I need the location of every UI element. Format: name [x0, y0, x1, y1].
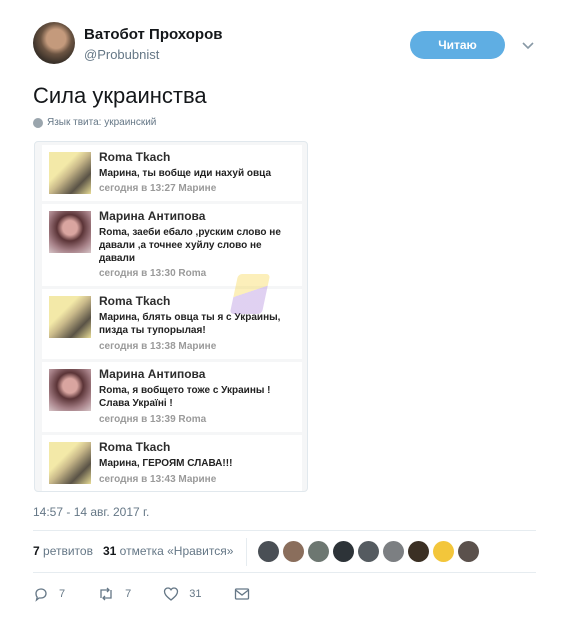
chevron-down-icon[interactable]: [521, 38, 535, 52]
chat-text: Марина, блять овца ты я с Украины, пизда…: [99, 312, 281, 336]
chat-text: Roma, я вобщето тоже с Украины !Слава Ук…: [99, 385, 271, 409]
chat-time: сегодня в 13:30 Roma: [99, 268, 207, 279]
chat-message: Roma Tkach Марина, ты вобще иди нахуй ов…: [42, 145, 302, 201]
direct-message-icon[interactable]: [234, 587, 250, 601]
chat-text: Roma, заеби ебало ,руским слово не давал…: [99, 227, 281, 264]
liker-avatar[interactable]: [283, 541, 304, 562]
globe-icon: [33, 117, 43, 128]
divider: [33, 530, 536, 531]
like-action[interactable]: 31: [163, 586, 202, 602]
avatar[interactable]: [33, 22, 75, 64]
tweet-media[interactable]: Roma Tkach Марина, ты вобще иди нахуй ов…: [34, 141, 308, 492]
retweets-label: ретвитов: [43, 544, 93, 558]
following-button[interactable]: Читаю: [410, 31, 505, 59]
likes-label: отметка «Нравится»: [119, 544, 234, 558]
chat-avatar: [49, 369, 91, 411]
chat-sender: Марина Антипова: [99, 367, 206, 381]
tweet-actions: 7 7 31: [33, 586, 282, 602]
retweet-count: 7: [125, 588, 132, 600]
tweet-timestamp[interactable]: 14:57 - 14 авг. 2017 г.: [33, 505, 149, 519]
likes-stat[interactable]: 31 отметка «Нравится»: [103, 544, 233, 558]
chat-message: Марина Антипова Roma, я вобщето тоже с У…: [42, 362, 302, 432]
chat-text: Марина, ГЕРОЯМ СЛАВА!!!: [99, 458, 233, 469]
reply-icon[interactable]: [33, 586, 49, 602]
tweet-stats: 7 ретвитов 31 отметка «Нравится»: [33, 544, 233, 558]
liker-avatar[interactable]: [383, 541, 404, 562]
retweets-count: 7: [33, 544, 40, 558]
chat-sender: Roma Tkach: [99, 440, 171, 454]
liker-avatar[interactable]: [333, 541, 354, 562]
chat-avatar: [49, 442, 91, 484]
liker-avatar[interactable]: [358, 541, 379, 562]
liker-avatar[interactable]: [308, 541, 329, 562]
liker-avatar[interactable]: [458, 541, 479, 562]
chat-sender: Roma Tkach: [99, 294, 171, 308]
chat-avatar: [49, 152, 91, 194]
liker-avatar[interactable]: [258, 541, 279, 562]
liker-avatar[interactable]: [433, 541, 454, 562]
chat-text: Марина, ты вобще иди нахуй овца: [99, 168, 272, 179]
chat-avatar: [49, 211, 91, 253]
direct-message-action[interactable]: [234, 587, 250, 601]
liker-avatar[interactable]: [408, 541, 429, 562]
likers-avatars: [258, 541, 479, 562]
stats-separator: [246, 538, 247, 566]
chat-message: Roma Tkach Марина, ГЕРОЯМ СЛАВА!!! сегод…: [42, 435, 302, 491]
chat-time: сегодня в 13:27 Марине: [99, 183, 217, 194]
retweet-action[interactable]: 7: [97, 586, 131, 602]
chat-time: сегодня в 13:39 Roma: [99, 414, 207, 425]
retweets-stat[interactable]: 7 ретвитов: [33, 544, 93, 558]
tweet-text: Сила украинства: [33, 83, 207, 108]
chat-avatar: [49, 296, 91, 338]
reply-action[interactable]: 7: [33, 586, 65, 602]
divider: [33, 572, 536, 573]
chat-time: сегодня в 13:43 Марине: [99, 474, 217, 485]
chat-time: сегодня в 13:38 Марине: [99, 341, 217, 352]
display-name[interactable]: Ватобот Прохоров: [84, 26, 222, 43]
reply-count: 7: [59, 588, 66, 600]
chat-sender: Марина Антипова: [99, 209, 206, 223]
chat-sender: Roma Tkach: [99, 150, 171, 164]
like-count: 31: [189, 588, 202, 600]
retweet-icon[interactable]: [97, 586, 115, 602]
tweet-language: Язык твита: украинский: [33, 117, 156, 128]
likes-count: 31: [102, 544, 117, 558]
tweet-language-label: Язык твита: украинский: [47, 117, 157, 128]
username[interactable]: @Probubnist: [84, 47, 159, 62]
heart-icon[interactable]: [163, 586, 179, 602]
